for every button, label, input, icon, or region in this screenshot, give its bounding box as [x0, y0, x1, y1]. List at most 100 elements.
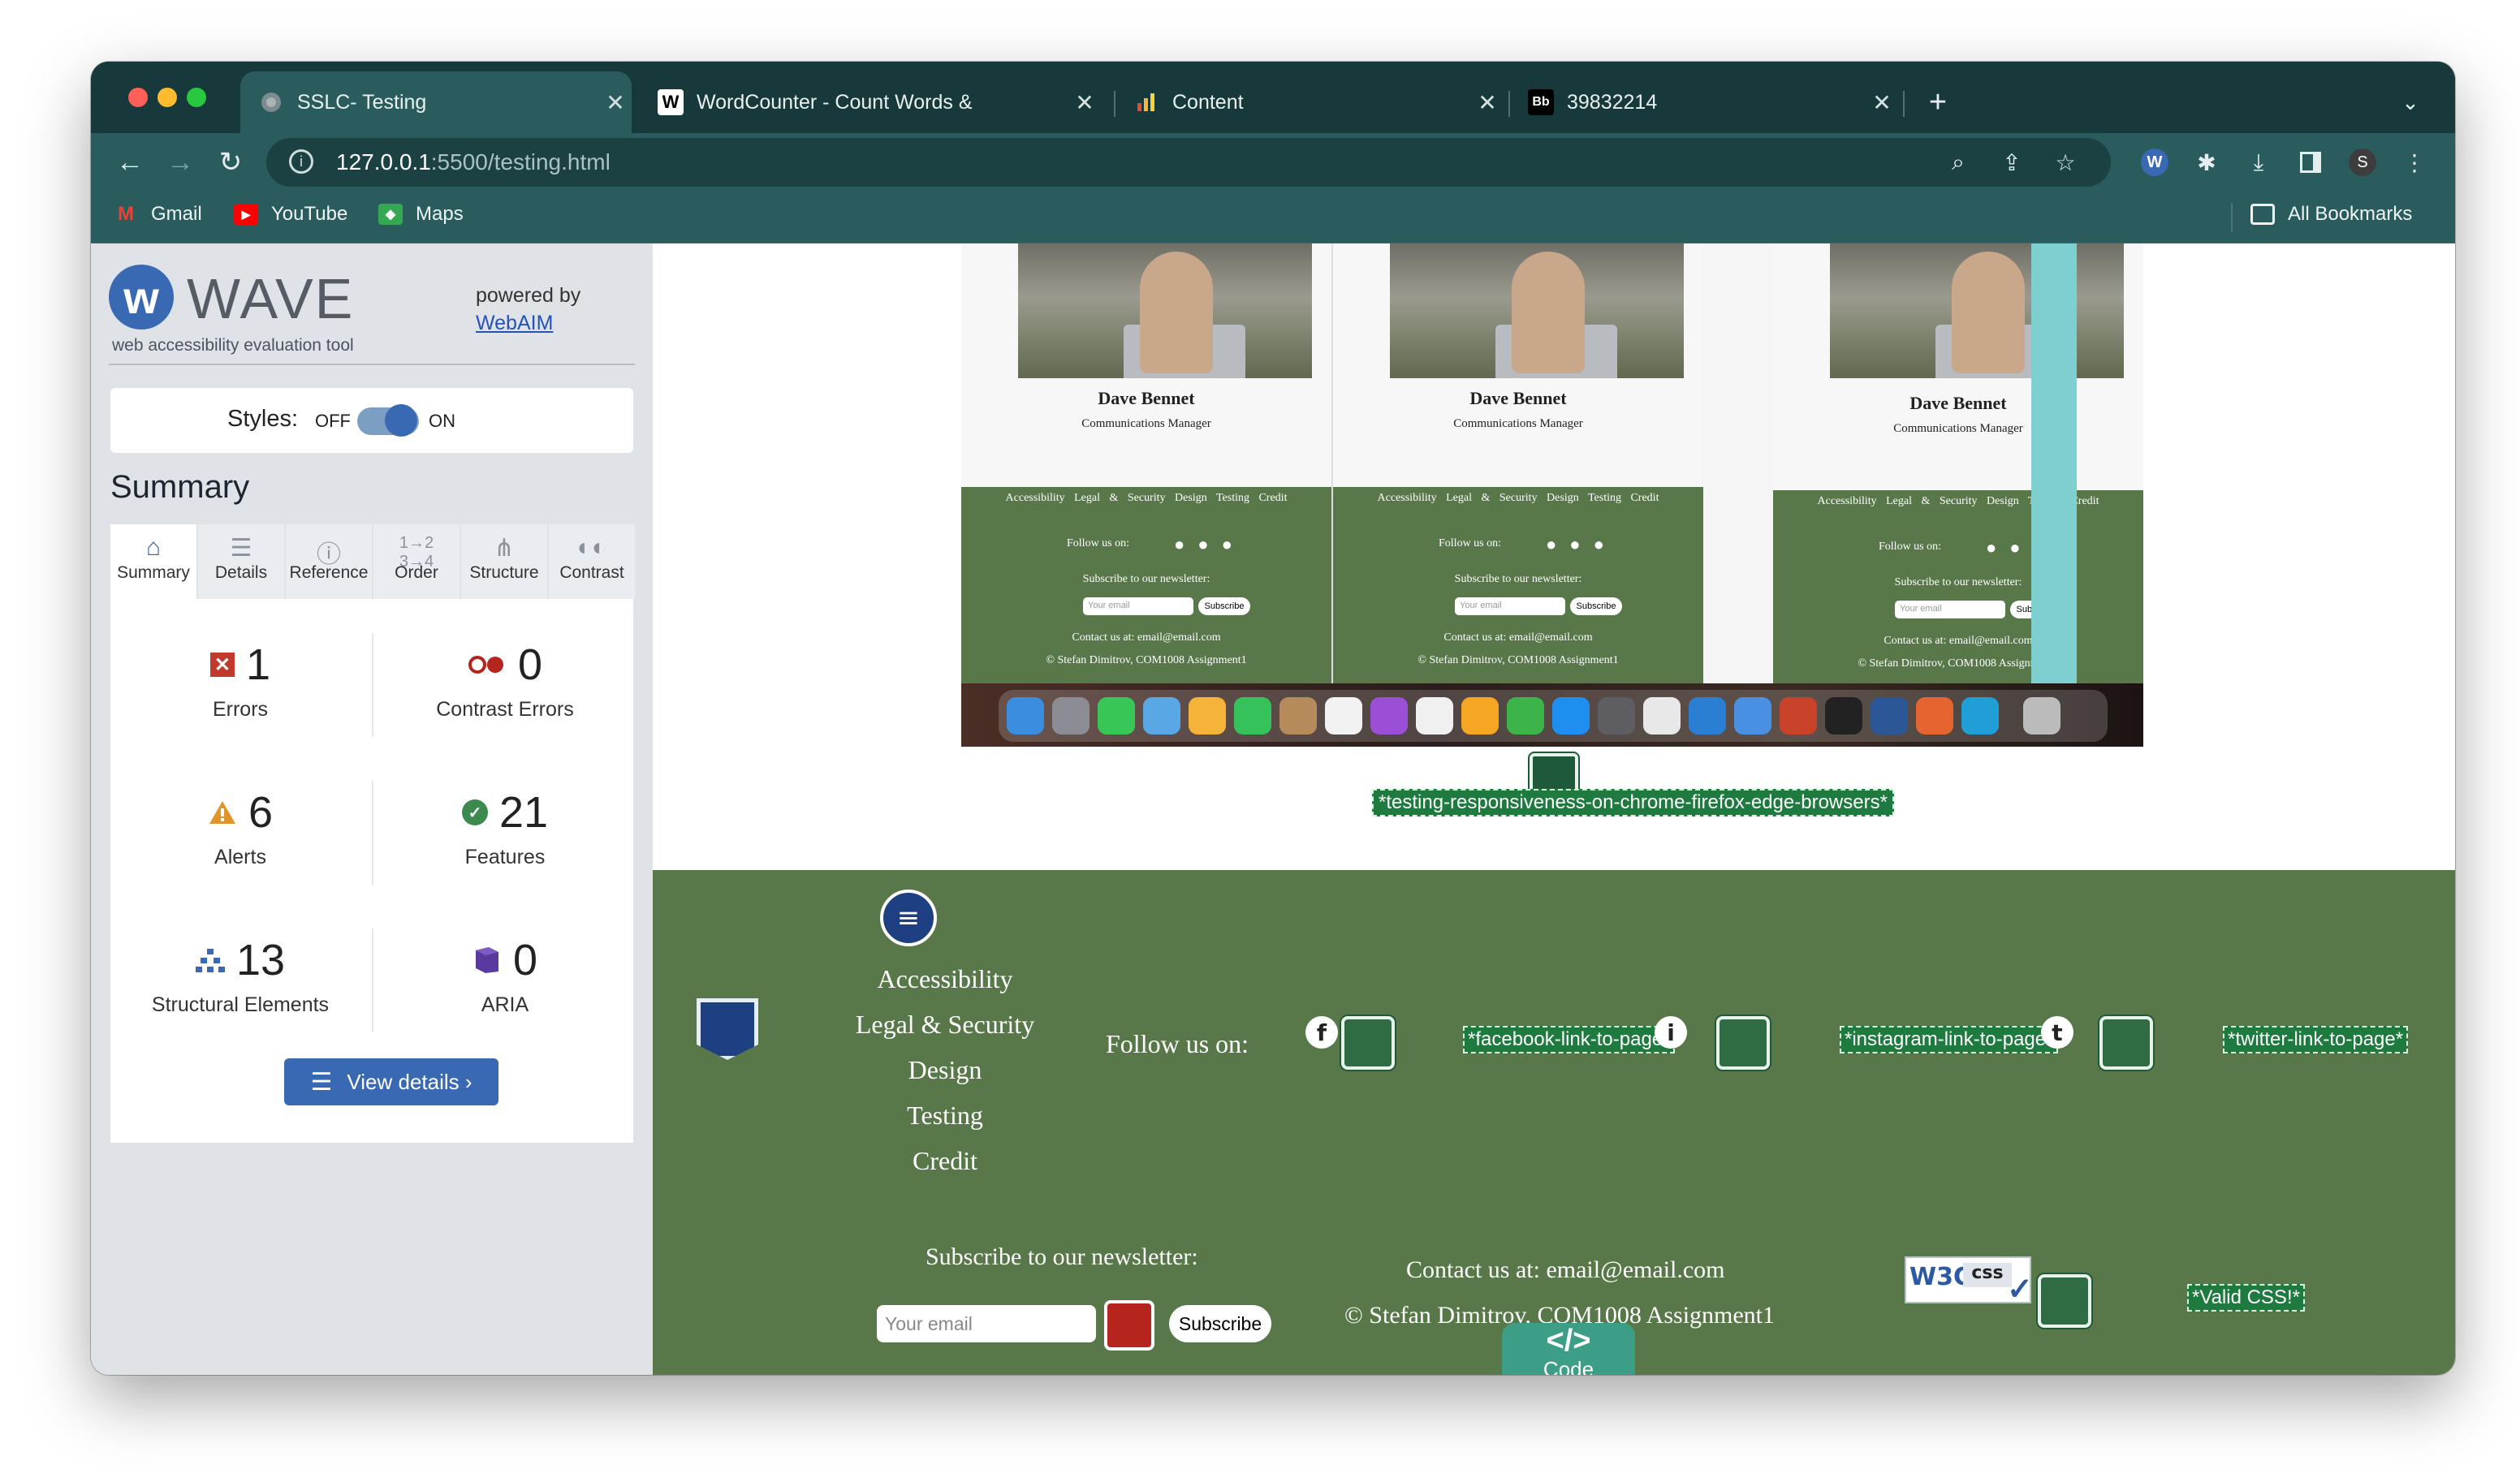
mock-subscribe-heading: Subscribe to our newsletter:: [1894, 576, 2022, 588]
tab-structure[interactable]: ⋔ Structure: [461, 524, 547, 599]
facebook-icon[interactable]: f: [1305, 1016, 1338, 1049]
tab-content[interactable]: Content ✕: [1115, 71, 1504, 133]
styles-on-label: ON: [429, 411, 455, 431]
firefox-icon: [1916, 697, 1953, 735]
close-tab-icon[interactable]: ✕: [599, 89, 632, 116]
menu-kebab-icon[interactable]: ⋮: [2395, 143, 2434, 182]
youtube-icon: ▶: [234, 204, 258, 225]
tab-order[interactable]: 1→2 3→4 Order: [373, 524, 460, 599]
bookmark-gmail[interactable]: M Gmail: [114, 203, 202, 226]
bookmark-youtube[interactable]: ▶ YouTube: [234, 203, 347, 226]
site-info-icon[interactable]: i: [289, 149, 313, 174]
stat-errors[interactable]: ✕ 1 Errors: [119, 640, 362, 722]
footer-link-legal[interactable]: Legal & Security: [783, 1010, 1107, 1040]
mock-browser-chrome: Dave Bennet Communications Manager Acces…: [961, 243, 1331, 683]
follow-us-label: Follow us on:: [1106, 1029, 1249, 1058]
features-count: 21: [498, 788, 549, 837]
maximize-window-button[interactable]: [187, 88, 206, 107]
wave-missing-label-error-icon[interactable]: [1104, 1300, 1154, 1351]
footer-link-testing[interactable]: Testing: [783, 1101, 1107, 1131]
mock-footer: Accessibility Legal & Security Design Te…: [961, 487, 1331, 683]
profile-role: Communications Manager: [1081, 417, 1211, 430]
stat-features[interactable]: ✓ 21 Features: [383, 787, 627, 869]
new-tab-button[interactable]: +: [1909, 71, 1966, 133]
maps-icon: ◆: [378, 204, 403, 225]
footer-link-credit[interactable]: Credit: [783, 1146, 1107, 1176]
side-panel-icon[interactable]: [2291, 143, 2330, 182]
code-label: Code: [1543, 1357, 1594, 1375]
stat-alerts[interactable]: 6 Alerts: [119, 787, 362, 869]
mock-email: Your email: [1083, 597, 1193, 615]
twitter-alt-label: *twitter-link-to-page*: [2223, 1026, 2409, 1053]
wave-code-panel-tab[interactable]: </> Code: [1502, 1323, 1635, 1375]
close-tab-icon[interactable]: ✕: [1068, 89, 1101, 116]
macos-dock: [961, 683, 2143, 747]
forward-arrow-icon[interactable]: →: [159, 141, 201, 183]
stat-structural-elements[interactable]: 13 Structural Elements: [119, 935, 362, 1017]
tab-reference[interactable]: ⓘ Reference: [286, 524, 372, 599]
wave-list-icon[interactable]: ≡: [880, 890, 937, 946]
tab-wordcounter[interactable]: W WordCounter - Count Words & ✕: [640, 71, 1101, 133]
toolbar: ← → ↻ i 127.0.0.1:5500/testing.html ⌕ ⇪ …: [91, 133, 2455, 192]
profile-name: Dave Bennet: [1909, 393, 2007, 413]
twitter-icon[interactable]: t: [2041, 1016, 2073, 1049]
profile-avatar[interactable]: S: [2343, 143, 2382, 182]
podcasts-icon: [1370, 697, 1408, 735]
newsletter-email-input[interactable]: Your email: [877, 1305, 1096, 1342]
stat-contrast-errors[interactable]: 0 Contrast Errors: [383, 640, 627, 722]
footer-link-design[interactable]: Design: [783, 1055, 1107, 1085]
aria-count: 0: [512, 936, 538, 984]
minimize-window-button[interactable]: [158, 88, 177, 107]
w3c-text: W3C: [1909, 1263, 1971, 1291]
profile-initial: S: [2349, 149, 2376, 176]
wave-image-link-icon[interactable]: [1716, 1016, 1770, 1070]
mock-copyright: © Stefan Dimitrov, COM1008 Assignment1: [1418, 654, 1619, 666]
close-window-button[interactable]: [128, 88, 148, 107]
system-settings-icon: [1598, 697, 1635, 735]
tested-page: Dave Bennet Communications Manager Acces…: [653, 243, 2455, 1375]
address-bar[interactable]: i 127.0.0.1:5500/testing.html ⌕ ⇪ ☆: [266, 138, 2111, 187]
webaim-link[interactable]: WebAIM: [476, 312, 553, 335]
footer-link-accessibility[interactable]: Accessibility: [783, 964, 1107, 994]
url-text[interactable]: 127.0.0.1:5500/testing.html: [336, 149, 611, 175]
reload-icon[interactable]: ↻: [209, 141, 252, 183]
tab-title: 39832214: [1567, 90, 1658, 114]
tab-sslc-testing[interactable]: SSLC- Testing ✕: [240, 71, 632, 133]
wave-image-link-icon[interactable]: [1341, 1016, 1395, 1070]
word-icon: [1871, 697, 1908, 735]
features-label: Features: [464, 846, 546, 868]
browser-window: SSLC- Testing ✕ W WordCounter - Count Wo…: [91, 62, 2455, 1375]
tab-contrast[interactable]: ◐◐ Contrast: [549, 524, 635, 599]
close-tab-icon[interactable]: ✕: [1866, 89, 1898, 116]
tab-details[interactable]: ☰ Details: [198, 524, 284, 599]
bookmark-star-icon[interactable]: ☆: [2046, 143, 2085, 182]
instagram-icon[interactable]: i: [1655, 1016, 1687, 1049]
divider: [109, 364, 635, 365]
wave-image-link-icon[interactable]: [2038, 1274, 2091, 1328]
all-bookmarks-button[interactable]: All Bookmarks: [2250, 203, 2412, 226]
code-icon: </>: [1546, 1324, 1591, 1358]
wave-logo-icon: w: [109, 265, 174, 330]
download-icon[interactable]: ⤓: [2239, 143, 2278, 182]
w3c-valid-css-badge[interactable]: W3C css ✓: [1905, 1256, 2033, 1307]
gmail-icon: M: [118, 203, 134, 225]
tab-summary[interactable]: ⌂ Summary: [110, 524, 196, 599]
wave-footer-region-icon[interactable]: [697, 998, 758, 1060]
back-arrow-icon[interactable]: ←: [109, 141, 151, 183]
share-icon[interactable]: ⇪: [1992, 143, 2031, 182]
newsletter-heading: Subscribe to our newsletter:: [926, 1243, 1198, 1270]
close-tab-icon[interactable]: ✕: [1471, 89, 1504, 116]
wave-extension-icon[interactable]: W: [2135, 143, 2174, 182]
styles-toggle-knob[interactable]: [385, 404, 417, 437]
image-alt-label: *testing-responsiveness-on-chrome-firefo…: [1372, 789, 1894, 816]
tab-39832214[interactable]: Bb 39832214 ✕: [1510, 71, 1898, 133]
view-details-button[interactable]: ☰ View details ›: [284, 1058, 498, 1105]
wave-image-link-icon[interactable]: [2099, 1016, 2153, 1070]
extensions-puzzle-icon[interactable]: ✱: [2187, 143, 2226, 182]
bookmark-maps[interactable]: ◆ Maps: [378, 203, 464, 226]
subscribe-button[interactable]: Subscribe: [1169, 1305, 1271, 1342]
zoom-icon[interactable]: ⌕: [1939, 143, 1978, 182]
stat-aria[interactable]: 0 ARIA: [383, 935, 627, 1017]
structure-tree-icon: [195, 946, 225, 975]
tab-search-chevron-icon[interactable]: ⌄: [2390, 71, 2431, 133]
